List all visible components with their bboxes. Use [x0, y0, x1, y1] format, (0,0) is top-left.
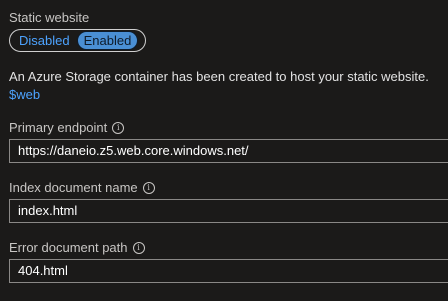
index-document-label: Index document name	[9, 180, 138, 195]
info-icon[interactable]: i	[142, 181, 155, 194]
error-document-label-row: Error document path i	[9, 240, 145, 255]
container-created-message: An Azure Storage container has been crea…	[9, 69, 429, 84]
primary-endpoint-label-row: Primary endpoint i	[9, 120, 125, 135]
primary-endpoint-field[interactable]: https://daneio.z5.web.core.windows.net/	[9, 139, 448, 163]
error-document-input[interactable]: 404.html	[9, 259, 448, 283]
static-website-settings: Static website Disabled Enabled An Azure…	[0, 0, 448, 301]
error-document-label: Error document path	[9, 240, 128, 255]
web-container-link[interactable]: $web	[9, 87, 40, 102]
index-document-input[interactable]: index.html	[9, 199, 448, 223]
info-icon[interactable]: i	[132, 241, 145, 254]
info-icon[interactable]: i	[112, 121, 125, 134]
index-document-label-row: Index document name i	[9, 180, 155, 195]
toggle-disabled-option[interactable]: Disabled	[12, 31, 77, 50]
static-website-label: Static website	[9, 10, 90, 25]
static-website-toggle[interactable]: Disabled Enabled	[9, 29, 146, 52]
toggle-enabled-option[interactable]: Enabled	[76, 31, 139, 50]
primary-endpoint-label: Primary endpoint	[9, 120, 108, 135]
